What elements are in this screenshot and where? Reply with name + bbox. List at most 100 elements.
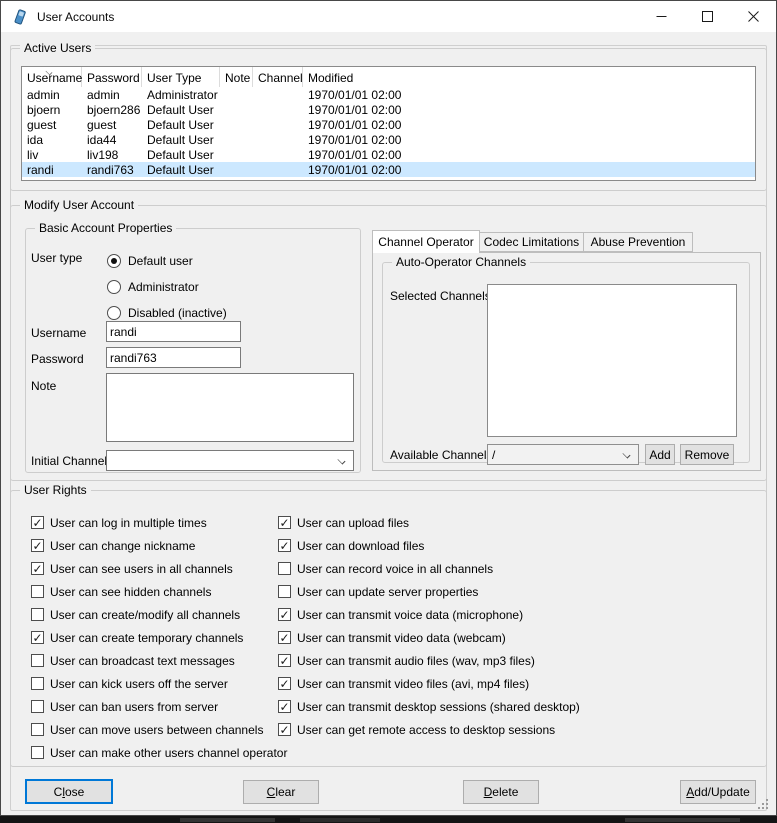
- user-right-user-can-create-temporary-channels[interactable]: User can create temporary channels: [31, 626, 287, 649]
- cell-username: ida: [22, 133, 82, 147]
- user-right-user-can-upload-files[interactable]: User can upload files: [278, 511, 580, 534]
- unchecked-checkbox[interactable]: [31, 585, 44, 598]
- minimize-button[interactable]: [638, 1, 684, 32]
- checked-checkbox[interactable]: [278, 723, 291, 736]
- user-right-user-can-make-other-users-channel-operator[interactable]: User can make other users channel operat…: [31, 741, 287, 764]
- radio-button[interactable]: [107, 280, 121, 294]
- checked-checkbox[interactable]: [278, 677, 291, 690]
- user-right-user-can-see-hidden-channels[interactable]: User can see hidden channels: [31, 580, 287, 603]
- user-right-user-can-log-in-multiple-times[interactable]: User can log in multiple times: [31, 511, 287, 534]
- remove-channel-button[interactable]: Remove: [680, 444, 734, 465]
- unchecked-checkbox[interactable]: [31, 700, 44, 713]
- cell-password: randi763: [82, 163, 142, 177]
- checkbox-label: User can log in multiple times: [50, 516, 207, 530]
- checked-checkbox[interactable]: [31, 631, 44, 644]
- checked-checkbox[interactable]: [31, 516, 44, 529]
- chevron-down-icon: [622, 450, 630, 458]
- unchecked-checkbox[interactable]: [31, 723, 44, 736]
- table-row[interactable]: idaida44Default User1970/01/01 02:00: [22, 132, 755, 147]
- unchecked-checkbox[interactable]: [278, 585, 291, 598]
- checkbox-label: User can transmit voice data (microphone…: [297, 608, 523, 622]
- checkbox-label: User can kick users off the server: [50, 677, 228, 691]
- table-row[interactable]: livliv198Default User1970/01/01 02:00: [22, 147, 755, 162]
- radio-option-administrator[interactable]: Administrator: [107, 274, 227, 300]
- radio-button[interactable]: [107, 254, 121, 268]
- unchecked-checkbox[interactable]: [31, 677, 44, 690]
- user-right-user-can-change-nickname[interactable]: User can change nickname: [31, 534, 287, 557]
- user-right-user-can-ban-users-from-server[interactable]: User can ban users from server: [31, 695, 287, 718]
- close-button[interactable]: Close: [25, 779, 113, 804]
- user-right-user-can-broadcast-text-messages[interactable]: User can broadcast text messages: [31, 649, 287, 672]
- user-right-user-can-record-voice-in-all-channels[interactable]: User can record voice in all channels: [278, 557, 580, 580]
- checkbox-label: User can make other users channel operat…: [50, 746, 287, 760]
- delete-button[interactable]: Delete: [463, 780, 539, 804]
- table-row[interactable]: bjoernbjoern286Default User1970/01/01 02…: [22, 102, 755, 117]
- checked-checkbox[interactable]: [31, 539, 44, 552]
- initial-channel-combobox[interactable]: [106, 450, 354, 471]
- table-row[interactable]: adminadminAdministrator1970/01/01 02:00: [22, 87, 755, 102]
- sort-ascending-icon: [46, 69, 52, 75]
- password-field[interactable]: [106, 347, 241, 368]
- tab-abuse-prevention[interactable]: Abuse Prevention: [583, 232, 693, 252]
- tab-channel-operator[interactable]: Channel Operator: [372, 230, 480, 253]
- user-type-radio-group: Default userAdministratorDisabled (inact…: [107, 248, 227, 326]
- user-right-user-can-move-users-between-channels[interactable]: User can move users between channels: [31, 718, 287, 741]
- checked-checkbox[interactable]: [278, 700, 291, 713]
- table-row[interactable]: guestguestDefault User1970/01/01 02:00: [22, 117, 755, 132]
- clear-button[interactable]: Clear: [243, 780, 319, 804]
- cell-password: bjoern286: [82, 103, 142, 117]
- column-header-user-type[interactable]: User Type: [142, 67, 220, 87]
- user-right-user-can-create-modify-all-channels[interactable]: User can create/modify all channels: [31, 603, 287, 626]
- tab-codec-limitations[interactable]: Codec Limitations: [479, 232, 584, 252]
- unchecked-checkbox[interactable]: [31, 654, 44, 667]
- available-channels-label: Available Channels: [390, 448, 493, 462]
- add-channel-button[interactable]: Add: [645, 444, 675, 465]
- radio-button[interactable]: [107, 306, 121, 320]
- checked-checkbox[interactable]: [278, 631, 291, 644]
- user-right-user-can-transmit-video-data-webcam[interactable]: User can transmit video data (webcam): [278, 626, 580, 649]
- column-header-password[interactable]: Password: [82, 67, 142, 87]
- unchecked-checkbox[interactable]: [31, 608, 44, 621]
- user-right-user-can-kick-users-off-the-server[interactable]: User can kick users off the server: [31, 672, 287, 695]
- column-header-modified[interactable]: Modified: [303, 67, 755, 87]
- checkbox-label: User can update server properties: [297, 585, 478, 599]
- available-channels-combobox[interactable]: /: [487, 444, 639, 465]
- checked-checkbox[interactable]: [278, 608, 291, 621]
- desktop-background-strip: [0, 816, 777, 823]
- column-header-username[interactable]: Username: [22, 67, 82, 87]
- column-header-note[interactable]: Note: [220, 67, 253, 87]
- maximize-button[interactable]: [684, 1, 730, 32]
- column-header-channel[interactable]: Channel: [253, 67, 303, 87]
- active-users-table[interactable]: UsernamePasswordUser TypeNoteChannelModi…: [21, 66, 756, 181]
- cell-password: guest: [82, 118, 142, 132]
- user-right-user-can-see-users-in-all-channels[interactable]: User can see users in all channels: [31, 557, 287, 580]
- resize-grip[interactable]: [758, 799, 770, 811]
- table-row[interactable]: randirandi763Default User1970/01/01 02:0…: [22, 162, 755, 177]
- titlebar[interactable]: User Accounts: [1, 1, 776, 32]
- user-right-user-can-transmit-audio-files-wav-mp3-files[interactable]: User can transmit audio files (wav, mp3 …: [278, 649, 580, 672]
- add-update-button[interactable]: Add/Update: [680, 780, 756, 804]
- unchecked-checkbox[interactable]: [278, 562, 291, 575]
- user-right-user-can-transmit-voice-data-microphone[interactable]: User can transmit voice data (microphone…: [278, 603, 580, 626]
- checked-checkbox[interactable]: [31, 562, 44, 575]
- checked-checkbox[interactable]: [278, 654, 291, 667]
- checked-checkbox[interactable]: [278, 539, 291, 552]
- modify-user-account-group-label: Modify User Account: [20, 198, 138, 212]
- user-right-user-can-transmit-desktop-sessions-shared-desktop[interactable]: User can transmit desktop sessions (shar…: [278, 695, 580, 718]
- user-right-user-can-get-remote-access-to-desktop-sessions[interactable]: User can get remote access to desktop se…: [278, 718, 580, 741]
- user-right-user-can-download-files[interactable]: User can download files: [278, 534, 580, 557]
- cell-modified: 1970/01/01 02:00: [303, 103, 755, 117]
- user-right-user-can-transmit-video-files-avi-mp4-files[interactable]: User can transmit video files (avi, mp4 …: [278, 672, 580, 695]
- radio-option-default-user[interactable]: Default user: [107, 248, 227, 274]
- user-rights-group-label: User Rights: [20, 483, 91, 497]
- checkbox-label: User can ban users from server: [50, 700, 218, 714]
- username-field[interactable]: [106, 321, 241, 342]
- checkbox-label: User can transmit video data (webcam): [297, 631, 506, 645]
- selected-channels-listbox[interactable]: [487, 284, 737, 437]
- user-right-user-can-update-server-properties[interactable]: User can update server properties: [278, 580, 580, 603]
- note-field[interactable]: [106, 373, 354, 442]
- chevron-down-icon: [337, 456, 345, 464]
- close-window-button[interactable]: [730, 1, 776, 32]
- unchecked-checkbox[interactable]: [31, 746, 44, 759]
- checked-checkbox[interactable]: [278, 516, 291, 529]
